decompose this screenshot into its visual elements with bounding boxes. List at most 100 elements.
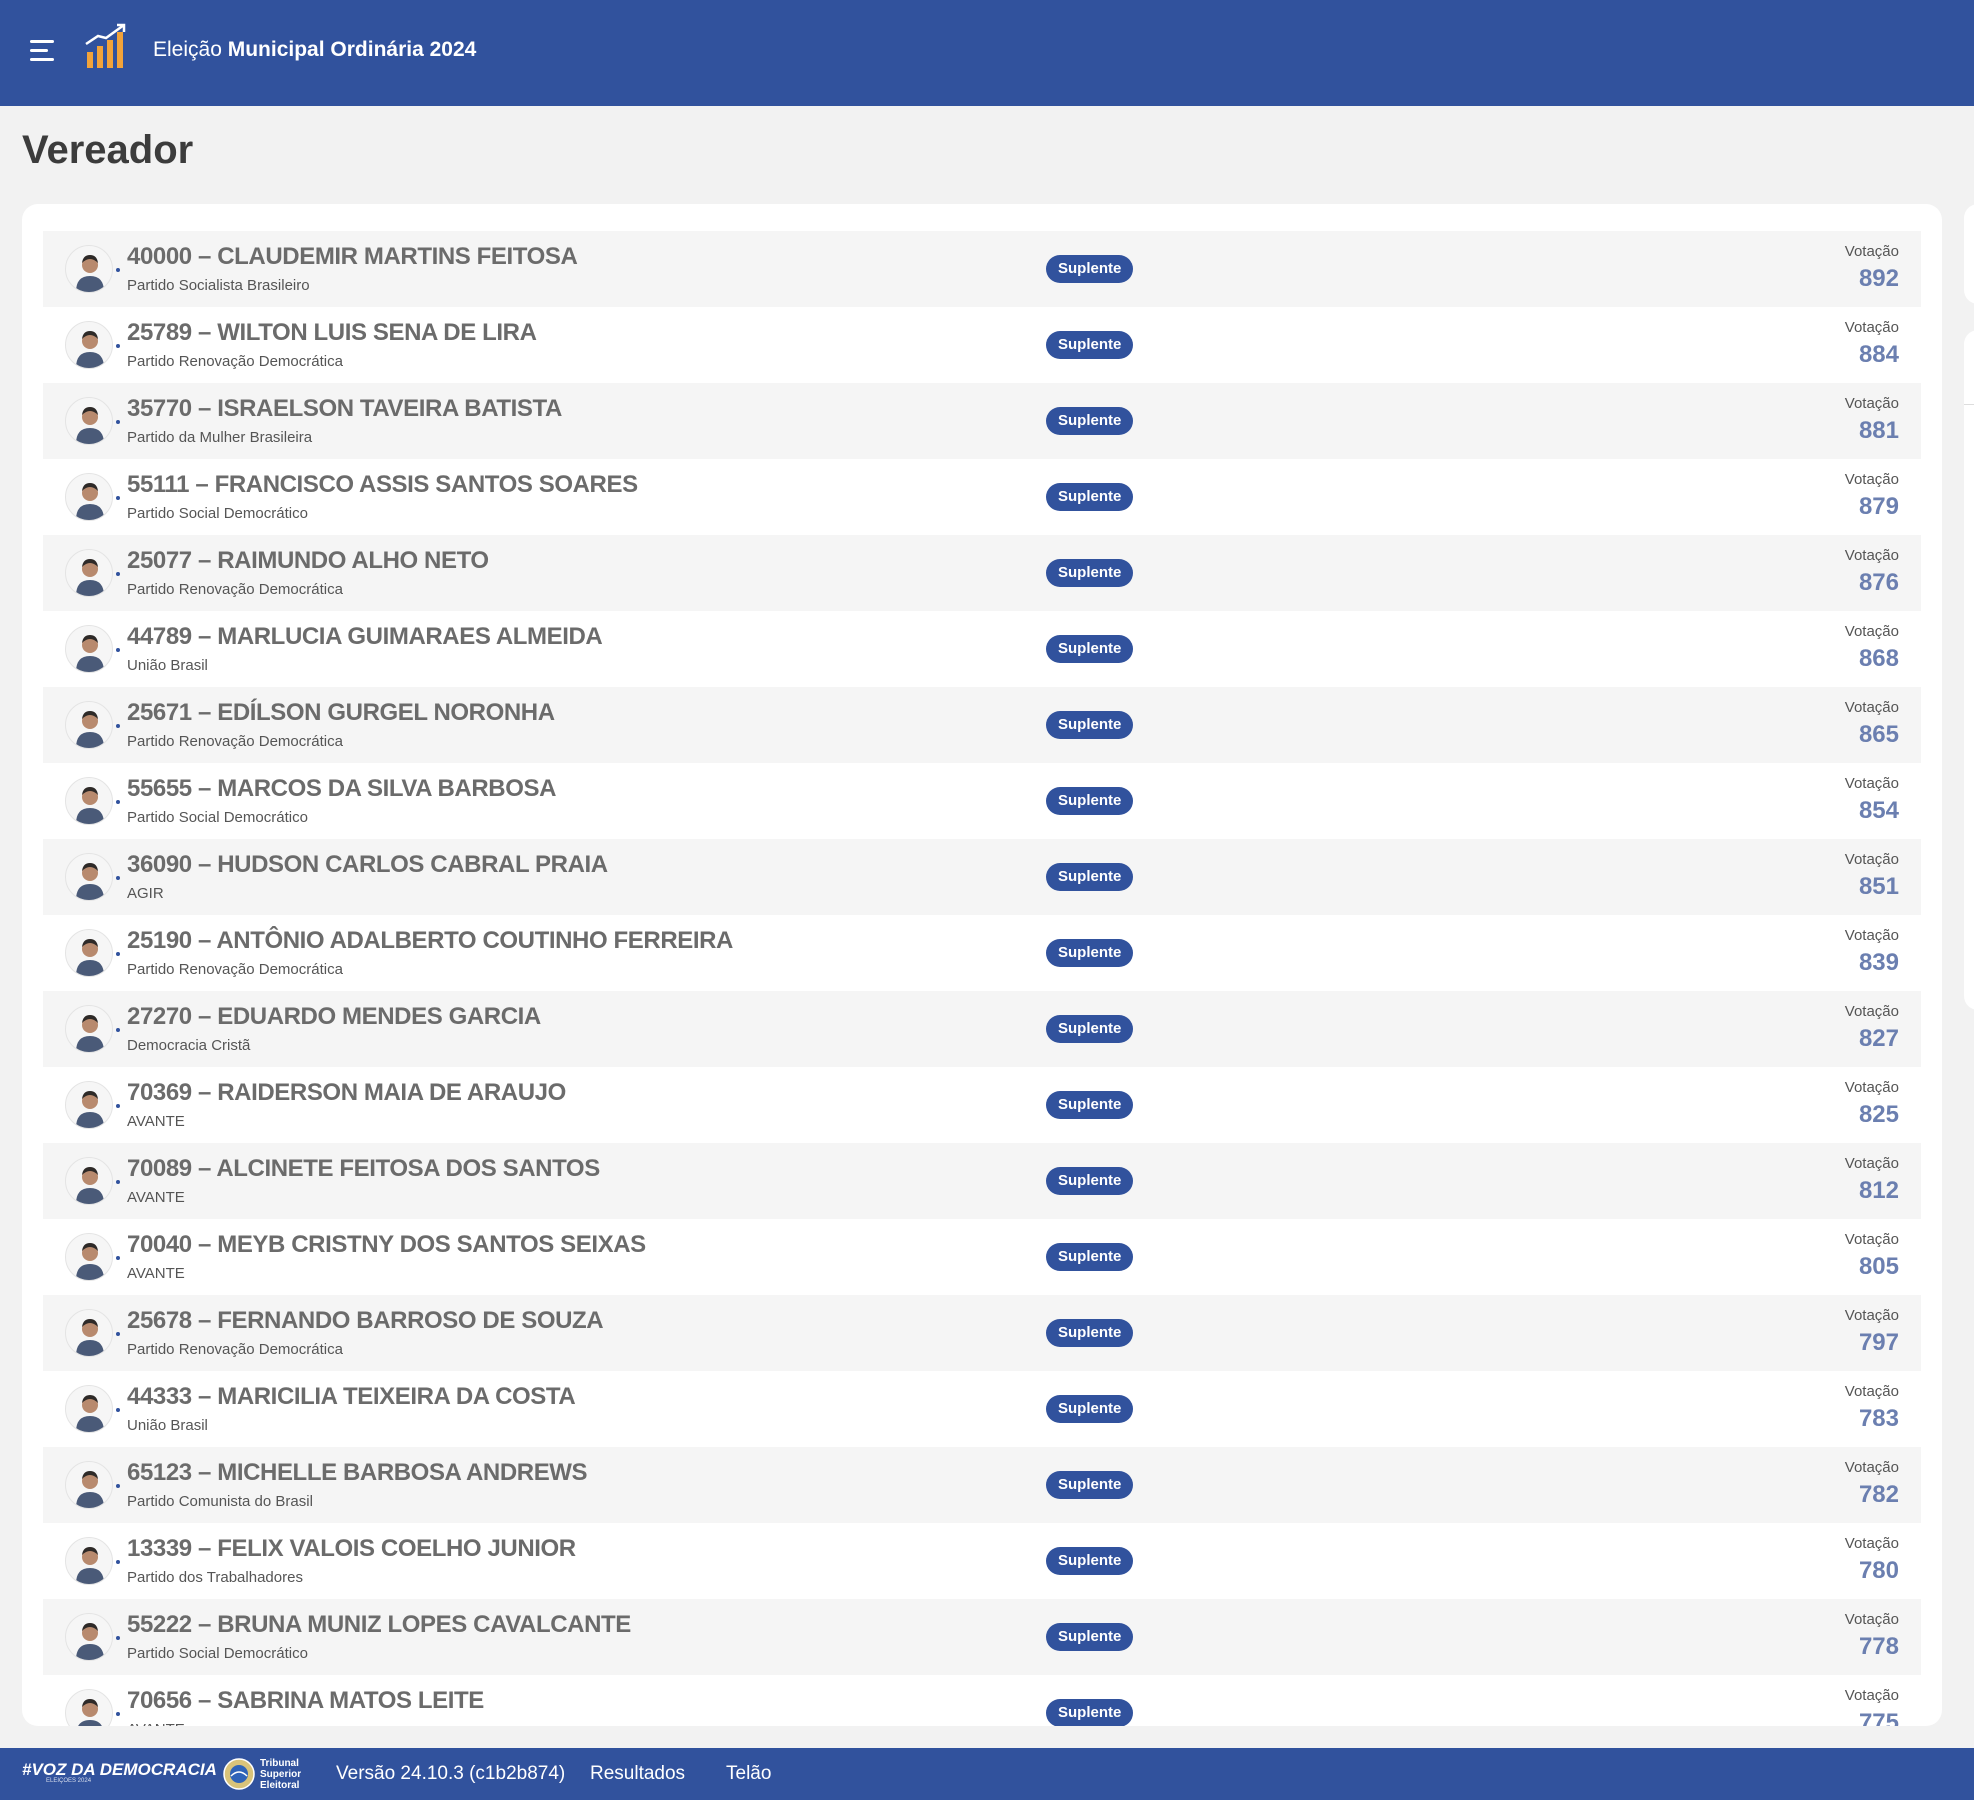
candidate-party: Partido Social Democrático <box>127 809 308 826</box>
candidate-party: Partido Renovação Democrática <box>127 353 343 370</box>
candidate-party: Partido Renovação Democrática <box>127 581 343 598</box>
candidate-name: 13339 – FELIX VALOIS COELHO JUNIOR <box>127 1535 576 1562</box>
status-dot <box>116 1408 120 1412</box>
vote-count: 782 <box>1858 1481 1899 1508</box>
vote-count: 876 <box>1858 569 1899 596</box>
vote-count: 778 <box>1858 1633 1899 1660</box>
candidate-name: 25190 – ANTÔNIO ADALBERTO COUTINHO FERRE… <box>127 927 733 954</box>
candidate-name: 65123 – MICHELLE BARBOSA ANDREWS <box>127 1459 588 1486</box>
vote-count: 868 <box>1858 645 1899 672</box>
status-badge: Suplente <box>1046 1547 1134 1575</box>
candidate-name: 55111 – FRANCISCO ASSIS SANTOS SOARES <box>127 471 638 498</box>
candidate-name: 44333 – MARICILIA TEIXEIRA DA COSTA <box>127 1383 576 1410</box>
candidate-row[interactable]: 36090 – HUDSON CARLOS CABRAL PRAIA AGIR Su… <box>43 839 1921 915</box>
vote-label: Votação <box>1844 699 1899 716</box>
bar-chart-rising-icon <box>85 23 126 68</box>
candidate-row[interactable]: 13339 – FELIX VALOIS COELHO JUNIOR Partid… <box>43 1523 1921 1599</box>
vote-label: Votação <box>1844 623 1899 640</box>
candidate-party: União Brasil <box>127 657 208 674</box>
person-avatar-icon <box>76 483 104 520</box>
status-badge: Suplente <box>1046 711 1134 739</box>
vote-count: 854 <box>1858 797 1899 824</box>
vote-count: 851 <box>1858 873 1899 900</box>
candidate-row[interactable]: 25671 – EDÍLSON GURGEL NORONHA Partido Re… <box>43 687 1921 763</box>
candidate-photo <box>65 1537 113 1585</box>
candidate-row[interactable]: 55111 – FRANCISCO ASSIS SANTOS SOARES Par… <box>43 459 1921 535</box>
vote-label: Votação <box>1844 927 1899 944</box>
vote-label: Votação <box>1844 1459 1899 1476</box>
candidate-row[interactable]: 70089 – ALCINETE FEITOSA DOS SANTOS AVANT… <box>43 1143 1921 1219</box>
person-avatar-icon <box>76 559 104 596</box>
person-avatar-icon <box>76 939 104 976</box>
candidate-row[interactable]: 55655 – MARCOS DA SILVA BARBOSA Partido S… <box>43 763 1921 839</box>
status-dot <box>116 496 120 500</box>
candidate-party: AGIR <box>127 885 164 902</box>
vote-label: Votação <box>1844 319 1899 336</box>
candidate-row[interactable]: 25077 – RAIMUNDO ALHO NETO Partido Renova… <box>43 535 1921 611</box>
vote-label: Votação <box>1844 1383 1899 1400</box>
candidate-row[interactable]: 25190 – ANTÔNIO ADALBERTO COUTINHO FERRE… <box>43 915 1921 991</box>
candidate-row[interactable]: 65123 – MICHELLE BARBOSA ANDREWS Partido … <box>43 1447 1921 1523</box>
footer-bar: #VOZ DA DEMOCRACIA ELEIÇÕES 2024 Tribuna… <box>0 1748 1974 1800</box>
page-title: Vereador <box>22 128 194 172</box>
footer-link-telao[interactable]: Telão <box>726 1763 771 1785</box>
candidate-name: 35770 – ISRAELSON TAVEIRA BATISTA <box>127 395 562 422</box>
person-avatar-icon <box>76 1243 104 1280</box>
candidate-name: 70040 – MEYB CRISTNY DOS SANTOS SEIXAS <box>127 1231 646 1258</box>
vote-count: 812 <box>1858 1177 1899 1204</box>
candidate-row[interactable]: 44333 – MARICILIA TEIXEIRA DA COSTA União… <box>43 1371 1921 1447</box>
candidate-name: 27270 – EDUARDO MENDES GARCIA <box>127 1003 541 1030</box>
person-avatar-icon <box>76 1167 104 1204</box>
candidate-photo <box>65 1613 113 1661</box>
vote-count: 775 <box>1858 1709 1899 1726</box>
person-avatar-icon <box>76 255 104 292</box>
candidate-party: AVANTE <box>127 1189 185 1206</box>
status-dot <box>116 1104 120 1108</box>
status-badge: Suplente <box>1046 1243 1134 1271</box>
status-dot <box>116 420 120 424</box>
candidate-name: 25671 – EDÍLSON GURGEL NORONHA <box>127 699 555 726</box>
candidate-party: Democracia Cristã <box>127 1037 251 1054</box>
status-dot <box>116 648 120 652</box>
vote-label: Votação <box>1844 1079 1899 1096</box>
status-dot <box>116 1256 120 1260</box>
side-panel <box>1964 330 1974 1010</box>
app-title-main: Municipal Ordinária 2024 <box>227 38 477 61</box>
status-dot <box>116 952 120 956</box>
candidate-party: AVANTE <box>127 1113 185 1130</box>
person-avatar-icon <box>76 331 104 368</box>
candidate-photo <box>65 1689 113 1726</box>
candidate-photo <box>65 245 113 293</box>
candidate-row[interactable]: 25678 – FERNANDO BARROSO DE SOUZA Partido… <box>43 1295 1921 1371</box>
candidate-name: 70369 – RAIDERSON MAIA DE ARAUJO <box>127 1079 566 1106</box>
person-avatar-icon <box>76 1395 104 1432</box>
candidate-row[interactable]: 35770 – ISRAELSON TAVEIRA BATISTA Partido… <box>43 383 1921 459</box>
status-dot <box>116 800 120 804</box>
person-avatar-icon <box>76 787 104 824</box>
footer-link-resultados[interactable]: Resultados <box>590 1763 685 1785</box>
candidate-row[interactable]: 25789 – WILTON LUIS SENA DE LIRA Partido … <box>43 307 1921 383</box>
candidate-photo <box>65 625 113 673</box>
candidate-row[interactable]: 70369 – RAIDERSON MAIA DE ARAUJO AVANTE Su… <box>43 1067 1921 1143</box>
candidate-row[interactable]: 44789 – MARLUCIA GUIMARAES ALMEIDA União … <box>43 611 1921 687</box>
candidate-party: Partido Comunista do Brasil <box>127 1493 313 1510</box>
candidate-row[interactable]: 70656 – SABRINA MATOS LEITE AVANTE Suplent… <box>43 1675 1921 1726</box>
status-dot <box>116 344 120 348</box>
status-badge: Suplente <box>1046 407 1134 435</box>
status-dot <box>116 1560 120 1564</box>
candidate-row[interactable]: 55222 – BRUNA MUNIZ LOPES CAVALCANTE Part… <box>43 1599 1921 1675</box>
vote-label: Votação <box>1844 1231 1899 1248</box>
vote-label: Votação <box>1844 1307 1899 1324</box>
vote-count: 805 <box>1858 1253 1899 1280</box>
hamburger-icon[interactable] <box>30 40 58 66</box>
candidate-row[interactable]: 27270 – EDUARDO MENDES GARCIA Democracia … <box>43 991 1921 1067</box>
person-avatar-icon <box>76 863 104 900</box>
candidate-row[interactable]: 40000 – CLAUDEMIR MARTINS FEITOSA Partido… <box>43 231 1921 307</box>
status-badge: Suplente <box>1046 635 1134 663</box>
candidates-list[interactable]: 40000 – CLAUDEMIR MARTINS FEITOSA Partido… <box>43 231 1921 1726</box>
status-badge: Suplente <box>1046 1623 1134 1651</box>
vote-count: 827 <box>1858 1025 1899 1052</box>
vote-label: Votação <box>1844 395 1899 412</box>
candidate-row[interactable]: 70040 – MEYB CRISTNY DOS SANTOS SEIXAS AV… <box>43 1219 1921 1295</box>
status-dot <box>116 1712 120 1716</box>
